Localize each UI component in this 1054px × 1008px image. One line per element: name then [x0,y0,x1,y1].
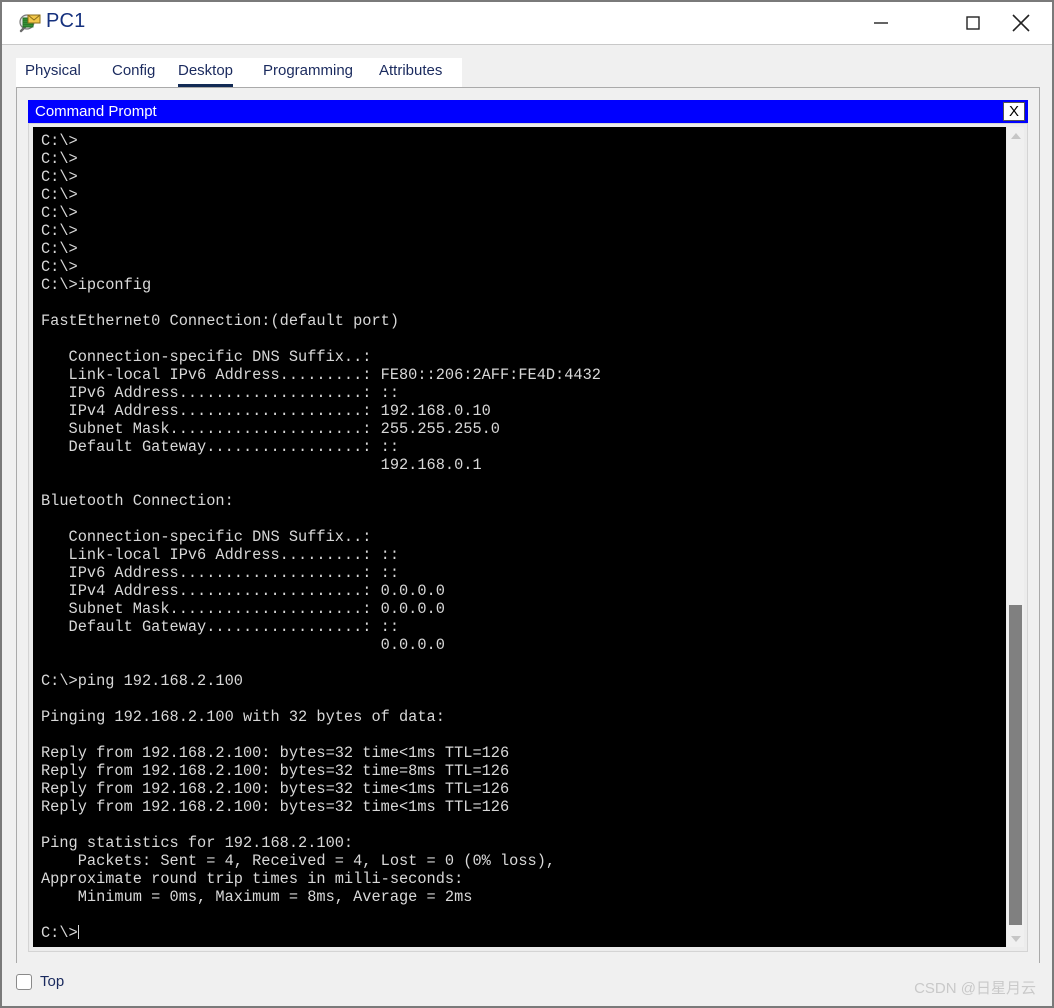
tab-programming[interactable]: Programming [263,58,353,87]
desktop-tab-panel: Command Prompt X C:\> C:\> C:\> C:\> C:\… [16,87,1040,967]
command-prompt-window: Command Prompt X C:\> C:\> C:\> C:\> C:\… [28,100,1028,952]
maximize-icon [966,16,980,30]
command-prompt-body: C:\> C:\> C:\> C:\> C:\> C:\> C:\> C:\> … [28,123,1028,952]
window-titlebar: PC1 [2,2,1052,45]
top-checkbox-group[interactable]: Top [16,973,64,990]
tab-desktop[interactable]: Desktop [178,58,234,87]
command-prompt-titlebar: Command Prompt X [28,100,1028,123]
tab-physical[interactable]: Physical [25,58,81,87]
tab-attributes[interactable]: Attributes [379,58,442,87]
top-checkbox-label: Top [40,973,65,990]
close-icon [1012,14,1030,32]
watermark-text: CSDN @日星月云 [914,980,1036,997]
device-tabs: Physical Config Desktop Programming Attr… [16,58,462,87]
top-checkbox[interactable] [16,973,32,990]
command-prompt-title: Command Prompt [35,103,157,120]
terminal-output-text: C:\> C:\> C:\> C:\> C:\> C:\> C:\> C:\> … [41,132,601,942]
minimize-icon [874,22,888,24]
terminal-caret [77,925,79,939]
tab-config[interactable]: Config [112,58,155,87]
scrollbar-thumb[interactable] [1009,605,1022,925]
minimize-button[interactable] [858,2,904,44]
terminal-scrollbar[interactable] [1007,127,1024,947]
window-title: PC1 [46,10,86,32]
scrollbar-down-arrow-icon[interactable] [1007,930,1024,947]
pc1-device-window: PC1 Physical Config Desktop Programming … [0,0,1054,1008]
scrollbar-up-arrow-icon[interactable] [1007,127,1024,144]
close-button[interactable] [998,2,1044,44]
window-bottom-bar: Top CSDN @日星月云 [4,963,1050,1004]
packet-tracer-pc-icon [18,11,42,35]
command-prompt-close-button[interactable]: X [1003,102,1025,121]
maximize-button[interactable] [950,2,996,44]
terminal-output-area[interactable]: C:\> C:\> C:\> C:\> C:\> C:\> C:\> C:\> … [33,127,1006,947]
